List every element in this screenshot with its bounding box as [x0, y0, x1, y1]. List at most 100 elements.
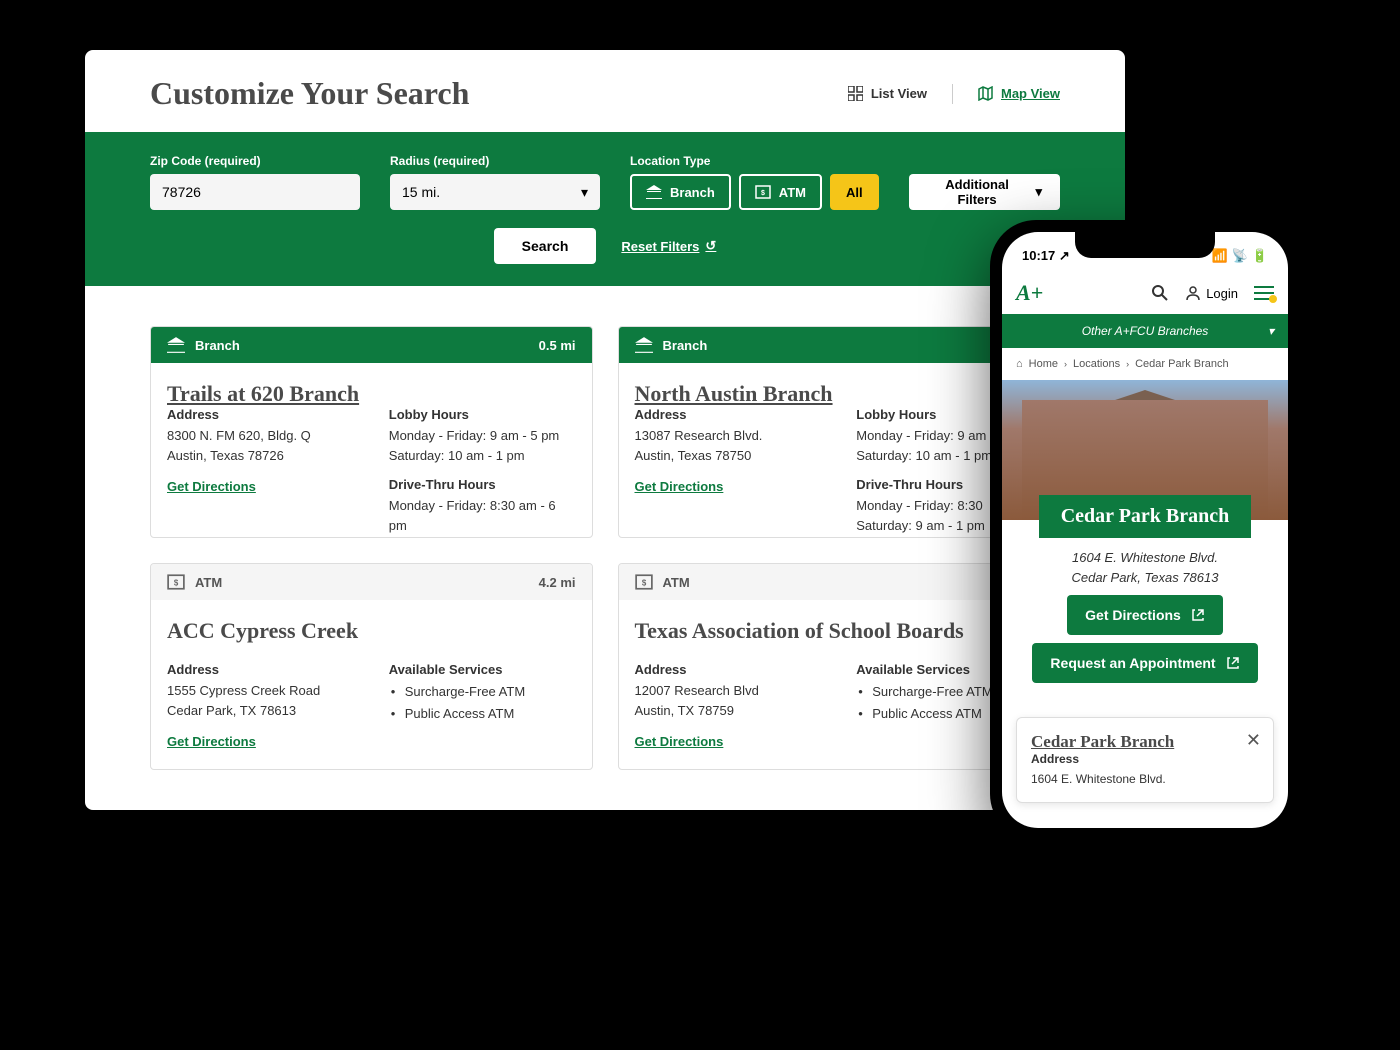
get-directions-button[interactable]: Get Directions [1067, 595, 1223, 635]
atm-title: Texas Association of School Boards [635, 618, 1044, 644]
breadcrumb-current: Cedar Park Branch [1135, 358, 1229, 370]
reset-label: Reset Filters [621, 239, 699, 254]
map-view-toggle[interactable]: Map View [978, 86, 1060, 101]
card-type-label: Branch [195, 338, 240, 353]
zip-field: Zip Code (required) [150, 154, 360, 210]
breadcrumb-locations[interactable]: Locations [1073, 358, 1120, 370]
results-grid: Branch 0.5 mi Trails at 620 Branch Addre… [85, 286, 1125, 810]
address-label: Address [635, 407, 822, 422]
phone-screen: 10:17 ↗ 📶 📡 🔋 A+ Login Other A+FCU Branc… [1002, 232, 1288, 828]
hero-title: Cedar Park Branch [1039, 495, 1252, 538]
zip-label: Zip Code (required) [150, 154, 360, 168]
menu-button[interactable] [1254, 286, 1274, 300]
atm-icon: $ [167, 574, 185, 590]
address-line: 12007 Research Blvd [635, 681, 822, 701]
signal-icon: 📶 [1211, 248, 1227, 264]
tablet-screen: Customize Your Search List View Map View… [85, 50, 1125, 810]
breadcrumb-home[interactable]: Home [1029, 358, 1058, 370]
popup-title-link[interactable]: Cedar Park Branch [1031, 732, 1174, 751]
atm-icon: $ [635, 574, 653, 590]
hours-line: Monday - Friday: 9 am - 5 pm [389, 426, 576, 446]
svg-text:$: $ [174, 578, 179, 587]
map-icon [978, 86, 993, 101]
address-line: Austin, TX 78759 [635, 701, 822, 721]
additional-filters-label: Additional Filters [927, 177, 1028, 207]
list-view-label: List View [871, 86, 927, 101]
all-filter-button[interactable]: All [830, 174, 879, 210]
address-line: Austin, Texas 78726 [167, 446, 354, 466]
divider [952, 84, 953, 104]
drive-thru-hours-label: Drive-Thru Hours [389, 477, 576, 492]
address-line: 8300 N. FM 620, Bldg. Q [167, 426, 354, 446]
branches-dropdown[interactable]: Other A+FCU Branches ▾ [1002, 314, 1288, 348]
chevron-down-icon: ▾ [1035, 184, 1042, 200]
notification-dot-icon [1269, 295, 1277, 303]
hours-line: Monday - Friday: 8:30 am - 6 pm [389, 496, 576, 535]
chevron-down-icon: ▾ [1268, 324, 1274, 338]
address-line: 1555 Cypress Creek Road [167, 681, 354, 701]
branch-filter-button[interactable]: Branch [630, 174, 731, 210]
get-directions-link[interactable]: Get Directions [167, 734, 256, 749]
page-header: Customize Your Search List View Map View [85, 50, 1125, 132]
page-title: Customize Your Search [150, 75, 469, 112]
zip-input[interactable] [150, 174, 360, 210]
distance-label: 4.2 mi [539, 575, 576, 590]
chevron-down-icon: ▾ [581, 184, 588, 201]
card-header: Branch 0.5 mi [151, 327, 592, 363]
search-icon[interactable] [1151, 284, 1169, 302]
service-item: Public Access ATM [405, 703, 576, 725]
radius-select[interactable]: 15 mi. ▾ [390, 174, 600, 210]
phone-frame: 10:17 ↗ 📶 📡 🔋 A+ Login Other A+FCU Branc… [990, 220, 1300, 840]
chevron-right-icon: › [1126, 359, 1129, 369]
lobby-hours-label: Lobby Hours [389, 407, 576, 422]
bank-icon [646, 185, 662, 199]
list-view-toggle[interactable]: List View [848, 86, 927, 101]
request-appointment-button[interactable]: Request an Appointment [1032, 643, 1257, 683]
battery-icon: 🔋 [1252, 248, 1268, 264]
location-type-label: Location Type [630, 154, 879, 168]
close-icon[interactable]: ✕ [1246, 730, 1261, 751]
card-body: Trails at 620 Branch Address 8300 N. FM … [151, 363, 592, 538]
search-actions: Search Reset Filters ↺ [150, 228, 1060, 264]
atm-title: ACC Cypress Creek [167, 618, 576, 644]
grid-icon [848, 86, 863, 101]
search-row: Zip Code (required) Radius (required) 15… [150, 154, 1060, 210]
branch-title-link[interactable]: Trails at 620 Branch [167, 381, 359, 406]
login-label: Login [1206, 286, 1238, 301]
get-directions-link[interactable]: Get Directions [635, 479, 724, 494]
hours-line: Saturday: 10 am - 1 pm [389, 446, 576, 466]
map-view-label: Map View [1001, 86, 1060, 101]
logo[interactable]: A+ [1016, 280, 1043, 306]
card-type-label: Branch [663, 338, 708, 353]
atm-icon: $ [755, 185, 771, 199]
branches-label: Other A+FCU Branches [1082, 324, 1209, 338]
appointment-label: Request an Appointment [1050, 655, 1215, 671]
reset-filters-link[interactable]: Reset Filters ↺ [621, 238, 716, 254]
branch-info: 1604 E. Whitestone Blvd. Cedar Park, Tex… [1002, 520, 1288, 707]
address-line: Austin, Texas 78750 [635, 446, 822, 466]
wifi-icon: 📡 [1232, 248, 1248, 264]
login-button[interactable]: Login [1185, 285, 1238, 301]
address-label: Address [167, 407, 354, 422]
search-button[interactable]: Search [494, 228, 597, 264]
all-filter-label: All [846, 185, 863, 200]
card-header: $ ATM 4.2 mi [151, 564, 592, 600]
address-label: Address [635, 662, 822, 677]
address-line: 1604 E. Whitestone Blvd. [1016, 548, 1274, 568]
address-line: Cedar Park, TX 78613 [167, 701, 354, 721]
search-bar: Zip Code (required) Radius (required) 15… [85, 132, 1125, 286]
reset-icon: ↺ [705, 238, 716, 254]
get-directions-link[interactable]: Get Directions [635, 734, 724, 749]
phone-notch [1075, 232, 1215, 258]
get-directions-link[interactable]: Get Directions [167, 479, 256, 494]
location-type-field: Location Type Branch $ ATM All [630, 154, 879, 210]
bank-icon [167, 337, 185, 353]
status-right: 📶 📡 🔋 [1211, 248, 1268, 264]
address-label: Address [1031, 752, 1259, 766]
additional-filters-button[interactable]: Additional Filters ▾ [909, 174, 1060, 210]
branch-title-link[interactable]: North Austin Branch [635, 381, 833, 406]
atm-filter-button[interactable]: $ ATM [739, 174, 822, 210]
radius-label: Radius (required) [390, 154, 600, 168]
status-time: 10:17 ↗ [1022, 248, 1070, 264]
card-type-label: ATM [663, 575, 690, 590]
